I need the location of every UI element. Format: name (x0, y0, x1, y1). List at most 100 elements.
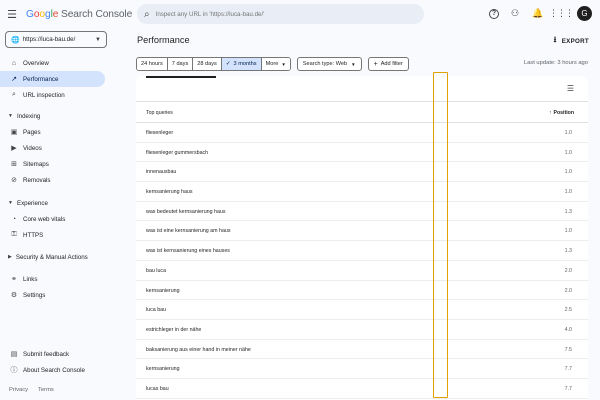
query-cell: kernsanierung haus (146, 189, 193, 196)
sidebar-item-label: HTTPS (23, 231, 44, 239)
sidebar-item-label: Sitemaps (23, 160, 49, 168)
download-icon: ⭳ (553, 35, 557, 44)
url-inspect-search[interactable]: ⌕ (137, 4, 424, 24)
query-cell: innenausbau (146, 169, 177, 176)
column-header-queries[interactable]: Top queries (146, 110, 173, 116)
column-header-position[interactable]: ↑ Position (549, 110, 574, 116)
table-row[interactable]: fliesenleger gummersbach 1.0 (136, 143, 588, 163)
table-row[interactable]: innenausbau 1.0 (136, 162, 588, 183)
sidebar-item-submit-feedback[interactable]: ▤ Submit feedback (0, 346, 105, 362)
search-input[interactable] (155, 10, 406, 18)
table-row[interactable]: baksanierung aus einer hand in meiner nä… (136, 340, 588, 360)
table-header: Top queries ↑ Position (136, 101, 588, 123)
filter-bar: 24 hours 7 days 28 days ✓ 3 months More ▼ … (136, 57, 409, 71)
table-row[interactable]: luca bau 2.5 (136, 300, 588, 320)
sidebar-item-label: Performance (23, 75, 59, 83)
links-icon: ⚭ (11, 276, 17, 283)
search-icon: ⌕ (12, 91, 16, 98)
feedback-icon: ▤ (10, 351, 18, 358)
column-header-label: Position (553, 110, 574, 116)
table-row[interactable]: bau luca 2.0 (136, 261, 588, 281)
section-indexing[interactable]: ▼ Indexing (0, 109, 105, 123)
property-selector[interactable]: 🌐 https://luca-bau.de/ ▼ (5, 31, 107, 48)
sidebar-item-label: Pages (23, 128, 41, 136)
sidebar-item-label: Links (23, 275, 38, 283)
query-cell: estrichleger in der nähe (146, 326, 202, 333)
table-row[interactable]: fliesenleger 1.0 (136, 123, 588, 143)
table-row[interactable]: kernsanierung 7.7 (136, 359, 588, 379)
trending-up-icon: ↗ (11, 76, 17, 83)
filter-rows-icon[interactable]: ☰ (567, 84, 574, 93)
sidebar-item-label: Removals (23, 176, 51, 184)
sort-arrow-icon: ↑ (548, 110, 552, 116)
sidebar-item-url-inspection[interactable]: ⌕ URL inspection (0, 87, 105, 103)
table-row[interactable]: kernsanierung 2.0 (136, 281, 588, 301)
query-cell: was bedeutet kernsanierung haus (146, 208, 226, 215)
table-row[interactable]: was ist kernsanierung eines hauses 1.3 (136, 241, 588, 261)
position-cell: 4.0 (564, 326, 572, 333)
help-icon[interactable]: ? (489, 8, 499, 19)
section-label: Experience (16, 199, 48, 207)
search-type-filter[interactable]: Search type: Web ▼ (296, 57, 362, 71)
sidebar-item-label: Videos (23, 144, 42, 152)
sidebar-item-removals[interactable]: ⊘ Removals (0, 172, 105, 188)
range-28-days[interactable]: 28 days (193, 58, 222, 70)
section-security-manual-actions[interactable]: ▶ Security & Manual Actions (0, 250, 105, 264)
position-cell: 2.0 (564, 287, 572, 294)
gear-icon: ⚙ (10, 292, 18, 299)
query-cell: luca bau (146, 307, 167, 314)
menu-icon[interactable]: ☰ (5, 7, 19, 21)
account-avatar[interactable]: G (577, 6, 592, 21)
sidebar-item-sitemaps[interactable]: ⊞ Sitemaps (0, 156, 105, 172)
terms-link[interactable]: Terms (38, 387, 54, 393)
date-range-selector: 24 hours 7 days 28 days ✓ 3 months More ▼ (136, 57, 291, 71)
apps-icon[interactable]: ⋮⋮⋮ (549, 7, 574, 21)
sidebar-item-label: Overview (23, 59, 49, 67)
query-cell: fliesenleger gummersbach (146, 149, 209, 156)
sitemap-icon: ⊞ (11, 161, 17, 168)
sidebar-item-overview[interactable]: ⌂ Overview (0, 55, 105, 71)
table-row[interactable]: estrichleger in der nähe 4.0 (136, 320, 588, 340)
range-7-days[interactable]: 7 days (167, 58, 194, 70)
sidebar-item-https[interactable]: ⚿ HTTPS (0, 227, 105, 243)
section-experience[interactable]: ▼ Experience (0, 196, 105, 210)
globe-icon: 🌐 (11, 36, 20, 44)
range-3-months[interactable]: ✓ 3 months (221, 58, 262, 70)
table-row[interactable]: kernsanierung haus 1.0 (136, 182, 588, 202)
add-filter-button[interactable]: + Add filter (367, 57, 409, 71)
range-24-hours[interactable]: 24 hours (137, 58, 168, 70)
sidebar-item-settings[interactable]: ⚙ Settings (0, 287, 105, 303)
position-cell: 1.3 (564, 248, 572, 255)
notifications-icon[interactable]: 🔔 (531, 7, 545, 21)
sidebar-item-label: About Search Console (23, 366, 85, 374)
lock-icon: ⚿ (11, 231, 17, 238)
sidebar-item-about[interactable]: ⓘ About Search Console (0, 362, 105, 378)
app-logo[interactable]: Google Search Console (26, 9, 132, 20)
sidebar-item-links[interactable]: ⚭ Links (0, 271, 105, 287)
manage-users-icon[interactable]: ⚇ (508, 7, 522, 21)
table-row[interactable]: was bedeutet kernsanierung haus 1.3 (136, 202, 588, 222)
position-cell: 2.0 (564, 267, 572, 274)
query-cell: baksanierung aus einer hand in meiner nä… (146, 346, 251, 353)
property-url: https://luca-bau.de/ (22, 36, 76, 43)
sidebar-item-core-web-vitals[interactable]: ◔ Core web vitals (0, 211, 105, 227)
range-more[interactable]: More ▼ (261, 58, 290, 70)
privacy-link[interactable]: Privacy (9, 387, 28, 393)
table-row[interactable]: lucas bau 7.7 (136, 379, 588, 399)
sidebar-item-pages[interactable]: ▣ Pages (0, 124, 105, 140)
export-button[interactable]: ⭳ EXPORT (554, 34, 589, 48)
active-tab-indicator (146, 76, 216, 78)
table-row[interactable]: was ist eine kernsanierung am haus 1.0 (136, 221, 588, 242)
sidebar-item-videos[interactable]: ▶ Videos (0, 140, 105, 156)
info-icon: ⓘ (10, 367, 18, 374)
pages-icon: ▣ (10, 129, 18, 136)
section-label: Indexing (16, 112, 41, 120)
plus-icon: + (373, 60, 378, 68)
query-cell: was ist eine kernsanierung am haus (146, 228, 231, 235)
query-cell: fliesenleger (146, 130, 174, 136)
sidebar: 🌐 https://luca-bau.de/ ▼ ⌂ Overview ↗ Pe… (0, 28, 112, 400)
position-cell: 1.0 (564, 169, 572, 176)
position-cell: 2.5 (564, 307, 572, 314)
sidebar-item-label: URL inspection (23, 91, 65, 99)
sidebar-item-performance[interactable]: ↗ Performance (0, 71, 105, 87)
